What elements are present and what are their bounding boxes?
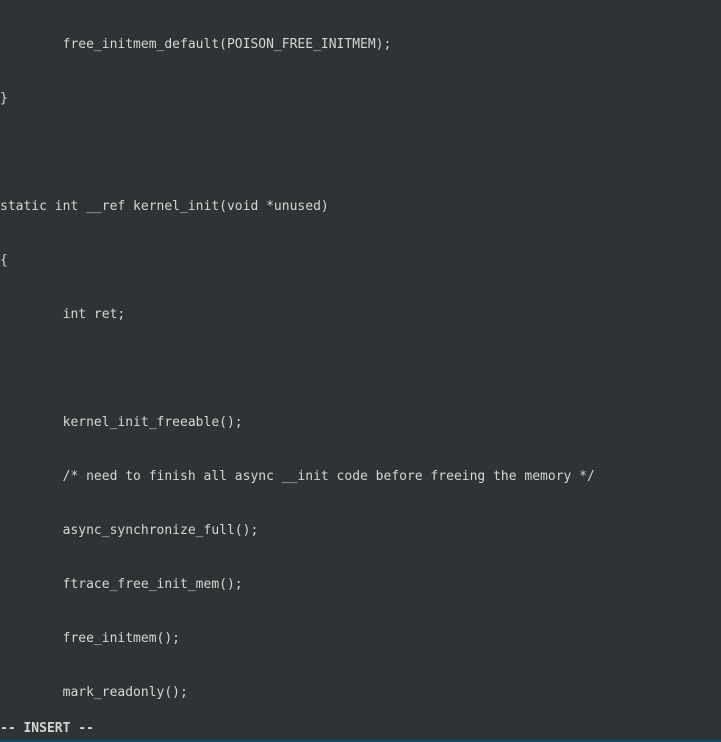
code-line[interactable]: free_initmem();	[0, 630, 721, 648]
code-line[interactable]: kernel_init_freeable();	[0, 414, 721, 432]
code-area[interactable]: free_initmem_default(POISON_FREE_INITMEM…	[0, 0, 721, 720]
code-line[interactable]	[0, 360, 721, 378]
code-line[interactable]: free_initmem_default(POISON_FREE_INITMEM…	[0, 36, 721, 54]
code-line[interactable]: mark_readonly();	[0, 684, 721, 702]
code-line[interactable]: }	[0, 90, 721, 108]
code-line[interactable]: {	[0, 252, 721, 270]
code-line[interactable]: static int __ref kernel_init(void *unuse…	[0, 198, 721, 216]
code-line[interactable]	[0, 144, 721, 162]
vim-editor[interactable]: free_initmem_default(POISON_FREE_INITMEM…	[0, 0, 721, 742]
code-line[interactable]: int ret;	[0, 306, 721, 324]
code-line[interactable]: async_synchronize_full();	[0, 522, 721, 540]
code-line[interactable]: ftrace_free_init_mem();	[0, 576, 721, 594]
code-line[interactable]: /* need to finish all async __init code …	[0, 468, 721, 486]
vim-status-mode: -- INSERT --	[0, 720, 721, 738]
